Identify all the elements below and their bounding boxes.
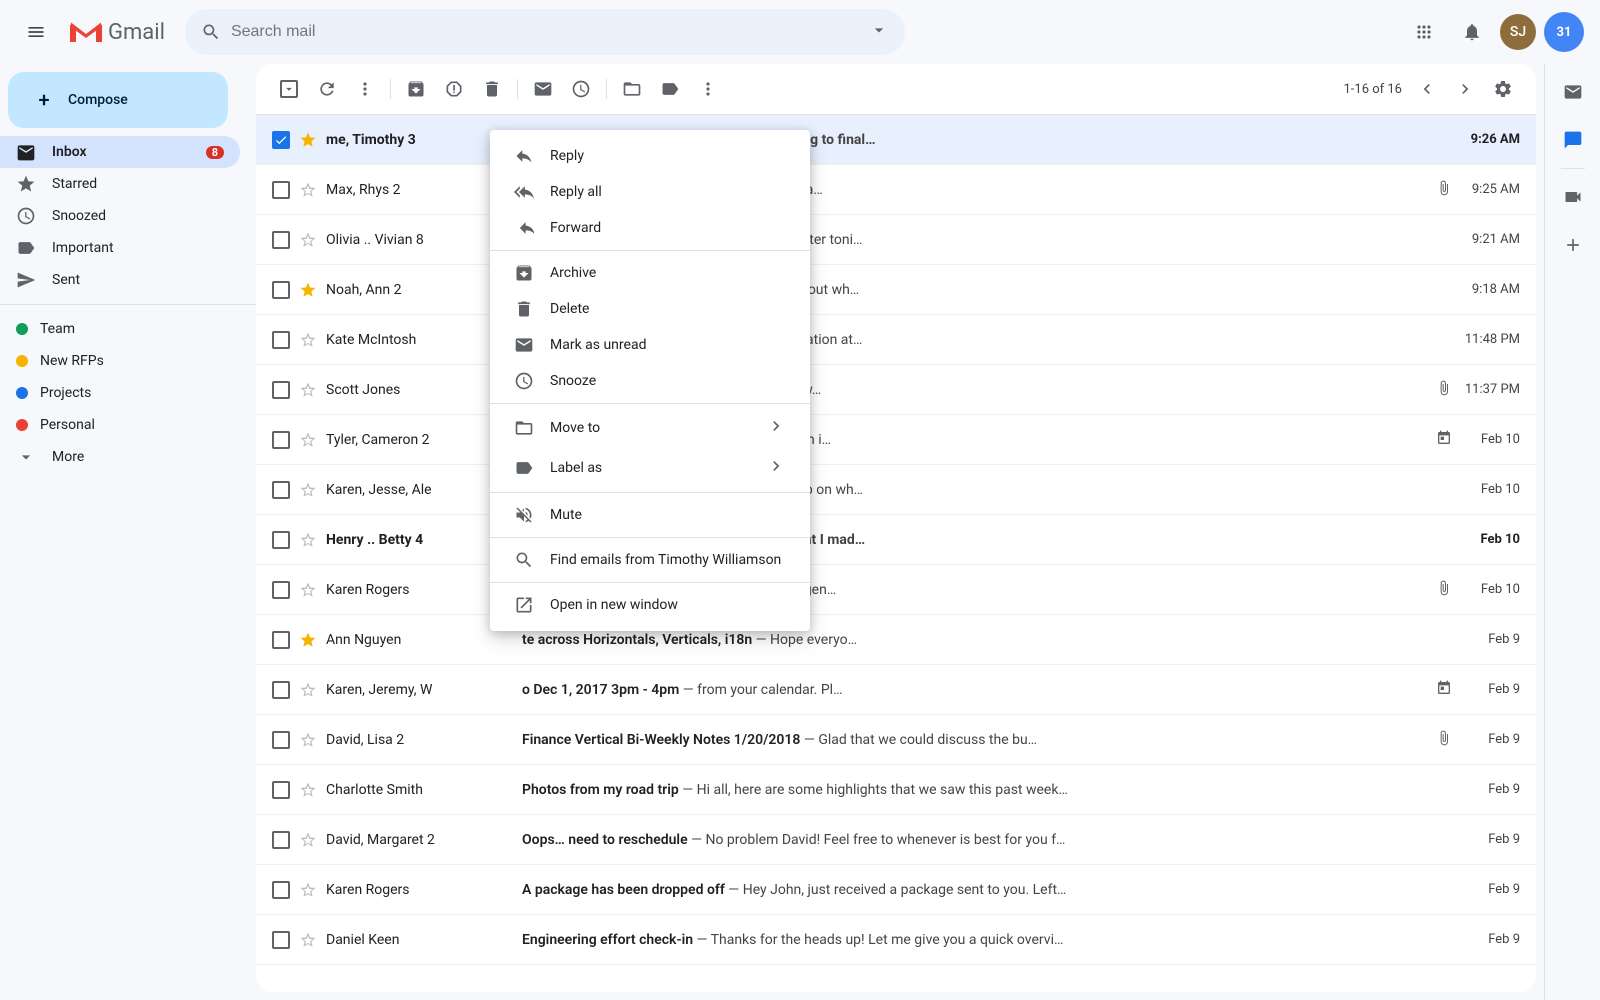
- search-icon: [514, 550, 534, 570]
- apps-icon-btn[interactable]: [1404, 12, 1444, 52]
- move-icon: [514, 418, 534, 438]
- menu-item-mark-unread[interactable]: Mark as unread: [490, 327, 810, 363]
- reply-all-icon: [514, 182, 534, 202]
- menu-item-label-delete: Delete: [550, 301, 786, 317]
- gmail-wordmark: Gmail: [108, 20, 165, 45]
- mark-unread-icon: [514, 335, 534, 355]
- menu-item-open-new-window[interactable]: Open in new window: [490, 587, 810, 623]
- avatar[interactable]: SJ: [1500, 14, 1536, 50]
- main-layout: + Compose Inbox 8 Starred Snoozed: [0, 64, 1600, 1000]
- menu-divider: [490, 250, 810, 251]
- menu-item-label-archive: Archive: [550, 265, 786, 281]
- search-chevron-icon[interactable]: [869, 20, 889, 44]
- menu-item-label-move-to: Move to: [550, 420, 750, 436]
- snooze-icon: [514, 371, 534, 391]
- menu-divider: [490, 537, 810, 538]
- menu-item-arrow-move-to: [766, 416, 786, 440]
- menu-item-label-find-emails: Find emails from Timothy Williamson: [550, 552, 786, 568]
- notification-icon-btn[interactable]: [1452, 12, 1492, 52]
- topbar: Gmail SJ 31: [0, 0, 1600, 64]
- right-panel: [1544, 64, 1600, 1000]
- gmail-logo: Gmail: [68, 14, 165, 50]
- menu-item-label-label-as: Label as: [550, 460, 750, 476]
- open-new-icon: [514, 595, 534, 615]
- menu-item-reply-all[interactable]: Reply all: [490, 174, 810, 210]
- menu-item-move-to[interactable]: Move to: [490, 408, 810, 448]
- menu-item-snooze[interactable]: Snooze: [490, 363, 810, 399]
- search-bar[interactable]: [185, 9, 905, 55]
- menu-divider: [490, 582, 810, 583]
- reply-icon: [514, 146, 534, 166]
- menu-item-label-reply-all: Reply all: [550, 184, 786, 200]
- context-menu: Reply Reply all Forward Archive Delete Mark a…: [490, 130, 810, 631]
- menu-item-label-forward: Forward: [550, 220, 786, 236]
- menu-item-reply[interactable]: Reply: [490, 138, 810, 174]
- menu-item-delete[interactable]: Delete: [490, 291, 810, 327]
- right-panel-add-btn[interactable]: [1553, 225, 1593, 265]
- right-panel-divider-1: [1561, 168, 1585, 169]
- calendar-icon-btn[interactable]: 31: [1544, 12, 1584, 52]
- menu-divider: [490, 492, 810, 493]
- menu-item-mute[interactable]: Mute: [490, 497, 810, 533]
- menu-item-label-snooze: Snooze: [550, 373, 786, 389]
- menu-item-label-mark-unread: Mark as unread: [550, 337, 786, 353]
- menu-item-label-reply: Reply: [550, 148, 786, 164]
- right-panel-mail-icon[interactable]: [1553, 72, 1593, 112]
- right-panel-chat-icon[interactable]: [1553, 120, 1593, 160]
- search-icon: [201, 22, 221, 42]
- search-input[interactable]: [231, 23, 859, 41]
- menu-icon[interactable]: [16, 12, 56, 52]
- menu-item-label-mute: Mute: [550, 507, 786, 523]
- menu-item-forward[interactable]: Forward: [490, 210, 810, 246]
- menu-item-archive[interactable]: Archive: [490, 255, 810, 291]
- menu-item-arrow-label-as: [766, 456, 786, 480]
- right-panel-meet-icon[interactable]: [1553, 177, 1593, 217]
- menu-item-find-emails[interactable]: Find emails from Timothy Williamson: [490, 542, 810, 578]
- forward-icon: [514, 218, 534, 238]
- label-as-icon: [514, 458, 534, 478]
- mute-icon: [514, 505, 534, 525]
- menu-item-label-open-new-window: Open in new window: [550, 597, 786, 613]
- archive-icon: [514, 263, 534, 283]
- delete-icon: [514, 299, 534, 319]
- menu-item-label-as[interactable]: Label as: [490, 448, 810, 488]
- menu-divider: [490, 403, 810, 404]
- topbar-right: SJ 31: [1404, 12, 1584, 52]
